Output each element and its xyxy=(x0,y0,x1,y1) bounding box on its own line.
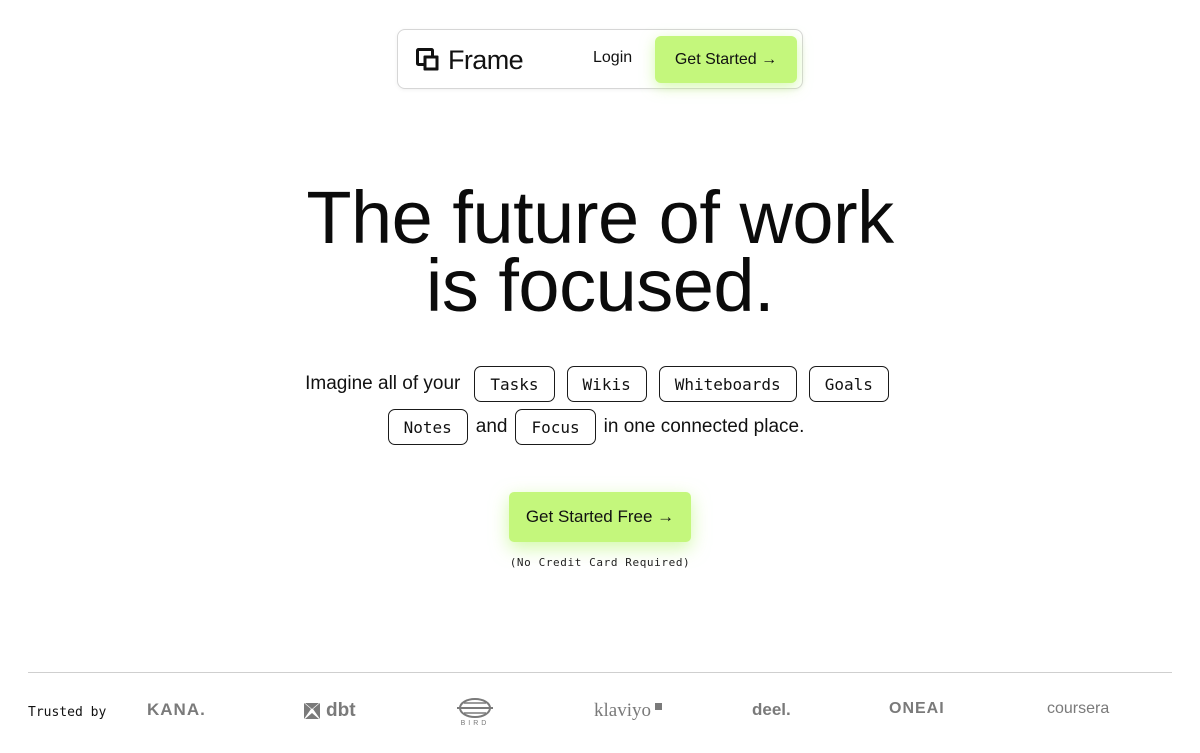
dbt-mark-icon xyxy=(304,703,320,719)
chip-whiteboards[interactable]: Whiteboards xyxy=(658,366,797,402)
trusted-by-label: Trusted by xyxy=(28,705,107,720)
trail-text: in one connected place. xyxy=(603,416,805,437)
brand-deel-logo: deel. xyxy=(752,700,791,720)
connector-text: and xyxy=(475,416,508,437)
klaviyo-flag-icon xyxy=(655,702,662,710)
hero-title-line-1: The future of work xyxy=(306,176,894,259)
brand-oneai-logo: ONEAI xyxy=(889,700,945,718)
chip-notes[interactable]: Notes xyxy=(387,409,468,445)
logo[interactable]: Frame xyxy=(416,45,524,75)
brand-klaviyo-text: klaviyo xyxy=(594,700,651,721)
brand-bird-logo: BIRD xyxy=(455,697,495,727)
brand-dbt-text: dbt xyxy=(326,700,356,721)
bird-mark-icon xyxy=(457,698,493,718)
brand-deel-text: deel. xyxy=(752,700,791,719)
top-nav: Frame Login Get Started → xyxy=(397,29,803,89)
brand-kana-logo: KANA. xyxy=(147,700,206,720)
brand-oneai-text: ONEAI xyxy=(889,700,945,717)
hero-title-line-2: is focused. xyxy=(425,244,775,327)
brand-klaviyo-logo: klaviyo xyxy=(594,700,662,722)
brand-dbt-logo: dbt xyxy=(302,700,356,722)
chip-wikis[interactable]: Wikis xyxy=(566,366,647,402)
chip-goals[interactable]: Goals xyxy=(808,366,889,402)
feature-line-2: Notes and Focus in one connected place. xyxy=(0,409,1200,445)
brand-coursera-logo: coursera xyxy=(1047,700,1109,718)
landing-page: Frame Login Get Started → The future of … xyxy=(0,0,1200,753)
feature-line-1: Imagine all of your Tasks Wikis Whiteboa… xyxy=(0,366,1200,402)
brand-kana-text: KANA. xyxy=(147,700,206,719)
section-divider xyxy=(28,672,1172,673)
get-started-free-button[interactable]: Get Started Free → xyxy=(509,492,691,542)
frame-logo-icon xyxy=(416,48,439,71)
login-link[interactable]: Login xyxy=(593,48,632,68)
chip-tasks[interactable]: Tasks xyxy=(474,366,555,402)
lead-text: Imagine all of your xyxy=(305,373,461,394)
logo-text: Frame xyxy=(448,45,524,75)
brand-coursera-text: coursera xyxy=(1047,700,1110,717)
brand-bird-text: BIRD xyxy=(460,720,490,727)
nav-get-started-button[interactable]: Get Started → xyxy=(655,36,797,83)
no-credit-card-note: (No Credit Card Required) xyxy=(509,556,691,569)
chip-focus[interactable]: Focus xyxy=(515,409,596,445)
hero-title: The future of work is focused. xyxy=(0,176,1200,327)
